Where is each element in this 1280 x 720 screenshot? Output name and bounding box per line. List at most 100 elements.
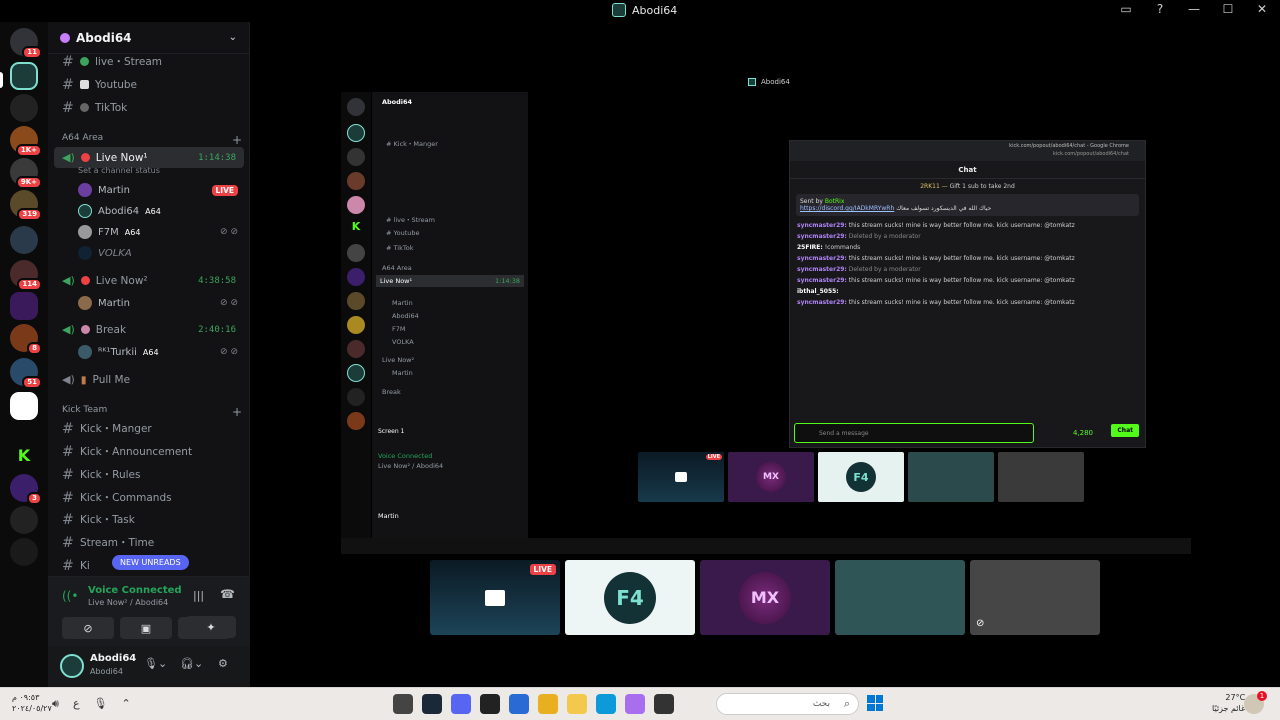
home-discord-icon[interactable]: 11 bbox=[10, 28, 42, 59]
camera-button[interactable]: ⊘ bbox=[62, 617, 114, 639]
app-icon[interactable] bbox=[509, 694, 529, 714]
taskbar-clock[interactable]: ٠٩:٥٣ م ٢٠٢٤/٠٥/٢٧ bbox=[12, 692, 52, 714]
voice-member[interactable]: ᴿᴷ¹Turkii A64 ⊘ ⊘ bbox=[78, 342, 238, 362]
server-icon[interactable] bbox=[10, 506, 38, 534]
add-channel-icon[interactable]: + bbox=[232, 405, 242, 419]
chat-user[interactable]: syncmaster29: bbox=[797, 255, 847, 262]
voice-member[interactable]: Martin LIVE bbox=[78, 180, 238, 200]
pinned-link[interactable]: https://discord.gg/IADkMRYwRh bbox=[800, 205, 894, 212]
tile-participant-f4[interactable]: F4 bbox=[565, 560, 695, 635]
server-icon[interactable]: 3 bbox=[10, 474, 42, 505]
start-icon[interactable] bbox=[867, 695, 883, 711]
speaker-icon: ◀) bbox=[62, 151, 75, 164]
chat-user[interactable]: syncmaster29: bbox=[797, 266, 847, 273]
chat-user[interactable]: syncmaster29: bbox=[797, 299, 847, 306]
user-avatar[interactable] bbox=[60, 654, 84, 678]
voice-connected-sub[interactable]: Live Now² / Abodi64 bbox=[88, 598, 168, 607]
headphones-icon[interactable]: 🎧︎⌄ bbox=[180, 657, 203, 670]
channel-live-stream[interactable]: # live・Stream bbox=[54, 51, 244, 72]
screen-share-button[interactable]: ▣ bbox=[120, 617, 172, 639]
server-icon[interactable]: 51 bbox=[10, 358, 42, 389]
server-icon[interactable] bbox=[10, 292, 38, 320]
taskbar-search[interactable]: بحث ⌕ bbox=[716, 693, 859, 715]
voice-member[interactable]: F7M A64 ⊘ ⊘ bbox=[78, 222, 238, 242]
voice-member[interactable]: VOLKA bbox=[78, 243, 238, 263]
server-customs-icon[interactable] bbox=[10, 94, 38, 122]
server-folder-icon[interactable]: 319 bbox=[10, 190, 42, 221]
stream-stage[interactable]: Abodi64 K Abodi64 # Kick・Manger # live・S… bbox=[251, 22, 1280, 687]
discord-icon[interactable] bbox=[451, 694, 471, 714]
user-name[interactable]: Abodi64 bbox=[90, 653, 136, 664]
server-icon[interactable]: 8 bbox=[10, 324, 42, 355]
noise-suppression-icon[interactable]: ||| bbox=[193, 589, 204, 602]
explorer-icon[interactable] bbox=[567, 694, 587, 714]
kick-server-icon[interactable]: K bbox=[10, 442, 38, 470]
obs-icon[interactable] bbox=[393, 694, 413, 714]
tile-participant-mx[interactable]: MX bbox=[700, 560, 830, 635]
voice-channel-pull-me[interactable]: ◀) ▮ Pull Me bbox=[54, 369, 244, 390]
weather-widget[interactable]: 27°C غائم جزئيًا bbox=[1212, 692, 1245, 714]
tile-participant[interactable]: ⊘ bbox=[970, 560, 1100, 635]
channel-kick-commands[interactable]: # Kick・Commands bbox=[54, 487, 244, 508]
category-a64-area[interactable]: A64 Area + bbox=[62, 133, 242, 147]
server-folder-icon[interactable]: 9K+ bbox=[10, 158, 42, 189]
terminal-icon[interactable] bbox=[480, 694, 500, 714]
maximize-icon[interactable]: ☐ bbox=[1220, 2, 1236, 16]
channel-stream-time[interactable]: # Stream・Time bbox=[54, 532, 244, 553]
channel-kick-manger[interactable]: # Kick・Manger bbox=[54, 418, 244, 439]
server-icon[interactable] bbox=[10, 538, 38, 566]
voice-channel-live-now-1[interactable]: ◀) Live Now¹ 1:14:38 bbox=[54, 147, 244, 168]
new-unreads-pill[interactable]: NEW UNREADS bbox=[112, 555, 189, 570]
channel-tiktok[interactable]: # TikTok bbox=[54, 97, 244, 118]
help-icon[interactable]: ? bbox=[1152, 2, 1168, 16]
signal-icon[interactable]: ((• bbox=[62, 589, 78, 603]
chat-text: Deleted by a moderator bbox=[848, 233, 921, 240]
chat-send-button[interactable]: Chat bbox=[1111, 424, 1139, 437]
chrome-icon[interactable] bbox=[538, 694, 558, 714]
server-icon[interactable] bbox=[10, 392, 38, 420]
copilot-icon[interactable] bbox=[625, 694, 645, 714]
add-channel-icon[interactable]: + bbox=[232, 133, 242, 147]
chat-input[interactable]: Send a message bbox=[794, 423, 1034, 443]
chat-user[interactable]: syncmaster29: bbox=[797, 233, 847, 240]
voice-member[interactable]: Abodi64 A64 bbox=[78, 201, 238, 221]
channel-kick-task[interactable]: # Kick・Task bbox=[54, 509, 244, 530]
tile-screen-share[interactable]: LIVE bbox=[430, 560, 560, 635]
channel-kick-rules[interactable]: # Kick・Rules bbox=[54, 464, 244, 485]
category-kick-team[interactable]: Kick Team + bbox=[62, 405, 242, 419]
tile-participant[interactable] bbox=[835, 560, 965, 635]
voice-channel-break[interactable]: ◀) Break 2:40:16 bbox=[54, 319, 244, 340]
edge-icon[interactable] bbox=[596, 694, 616, 714]
soundboard-button[interactable]: ✦ bbox=[186, 616, 236, 638]
close-icon[interactable]: ✕ bbox=[1254, 2, 1270, 16]
steam-icon[interactable] bbox=[422, 694, 442, 714]
app-icon[interactable] bbox=[654, 694, 674, 714]
volume-icon[interactable]: 🔊︎ bbox=[52, 697, 59, 711]
channel-kick[interactable]: # Ki bbox=[54, 555, 104, 576]
server-folder-icon[interactable] bbox=[10, 226, 38, 254]
voice-member[interactable]: Martin ⊘ ⊘ bbox=[78, 293, 238, 313]
chat-user[interactable]: ibthal_5055: bbox=[797, 288, 839, 295]
server-icon bbox=[347, 124, 365, 142]
server-folder-icon[interactable]: 114 bbox=[10, 260, 42, 291]
chat-user[interactable]: 25FIRE: bbox=[797, 244, 823, 251]
weather-icon[interactable]: 1 bbox=[1244, 691, 1267, 714]
mic-icon[interactable]: 🎙︎ bbox=[94, 697, 108, 711]
chat-user[interactable]: syncmaster29: bbox=[797, 222, 847, 229]
disconnect-icon[interactable]: ☎ bbox=[220, 587, 235, 601]
stream-tile-mx: MX bbox=[728, 452, 814, 502]
server-abodi64-icon[interactable] bbox=[10, 62, 38, 90]
guild-header[interactable]: Abodi64 ⌄ bbox=[48, 22, 249, 54]
minimize-icon[interactable]: — bbox=[1186, 2, 1202, 16]
language-icon[interactable]: ع bbox=[73, 697, 80, 711]
channel-status[interactable]: Set a channel status bbox=[78, 166, 160, 175]
microphone-icon[interactable]: 🎙︎⌄ bbox=[144, 657, 167, 670]
server-folder-icon[interactable]: 1K+ bbox=[10, 126, 42, 157]
voice-channel-live-now-2[interactable]: ◀) Live Now² 4:38:58 bbox=[54, 270, 244, 291]
settings-gear-icon[interactable]: ⚙ bbox=[218, 657, 228, 670]
channel-kick-announcement[interactable]: # Kick・Announcement bbox=[54, 441, 244, 462]
chat-user[interactable]: syncmaster29: bbox=[797, 277, 847, 284]
window-icon[interactable]: ▭ bbox=[1118, 2, 1134, 16]
chevron-up-icon[interactable]: ⌃ bbox=[121, 697, 130, 711]
channel-youtube[interactable]: # Youtube bbox=[54, 74, 244, 95]
